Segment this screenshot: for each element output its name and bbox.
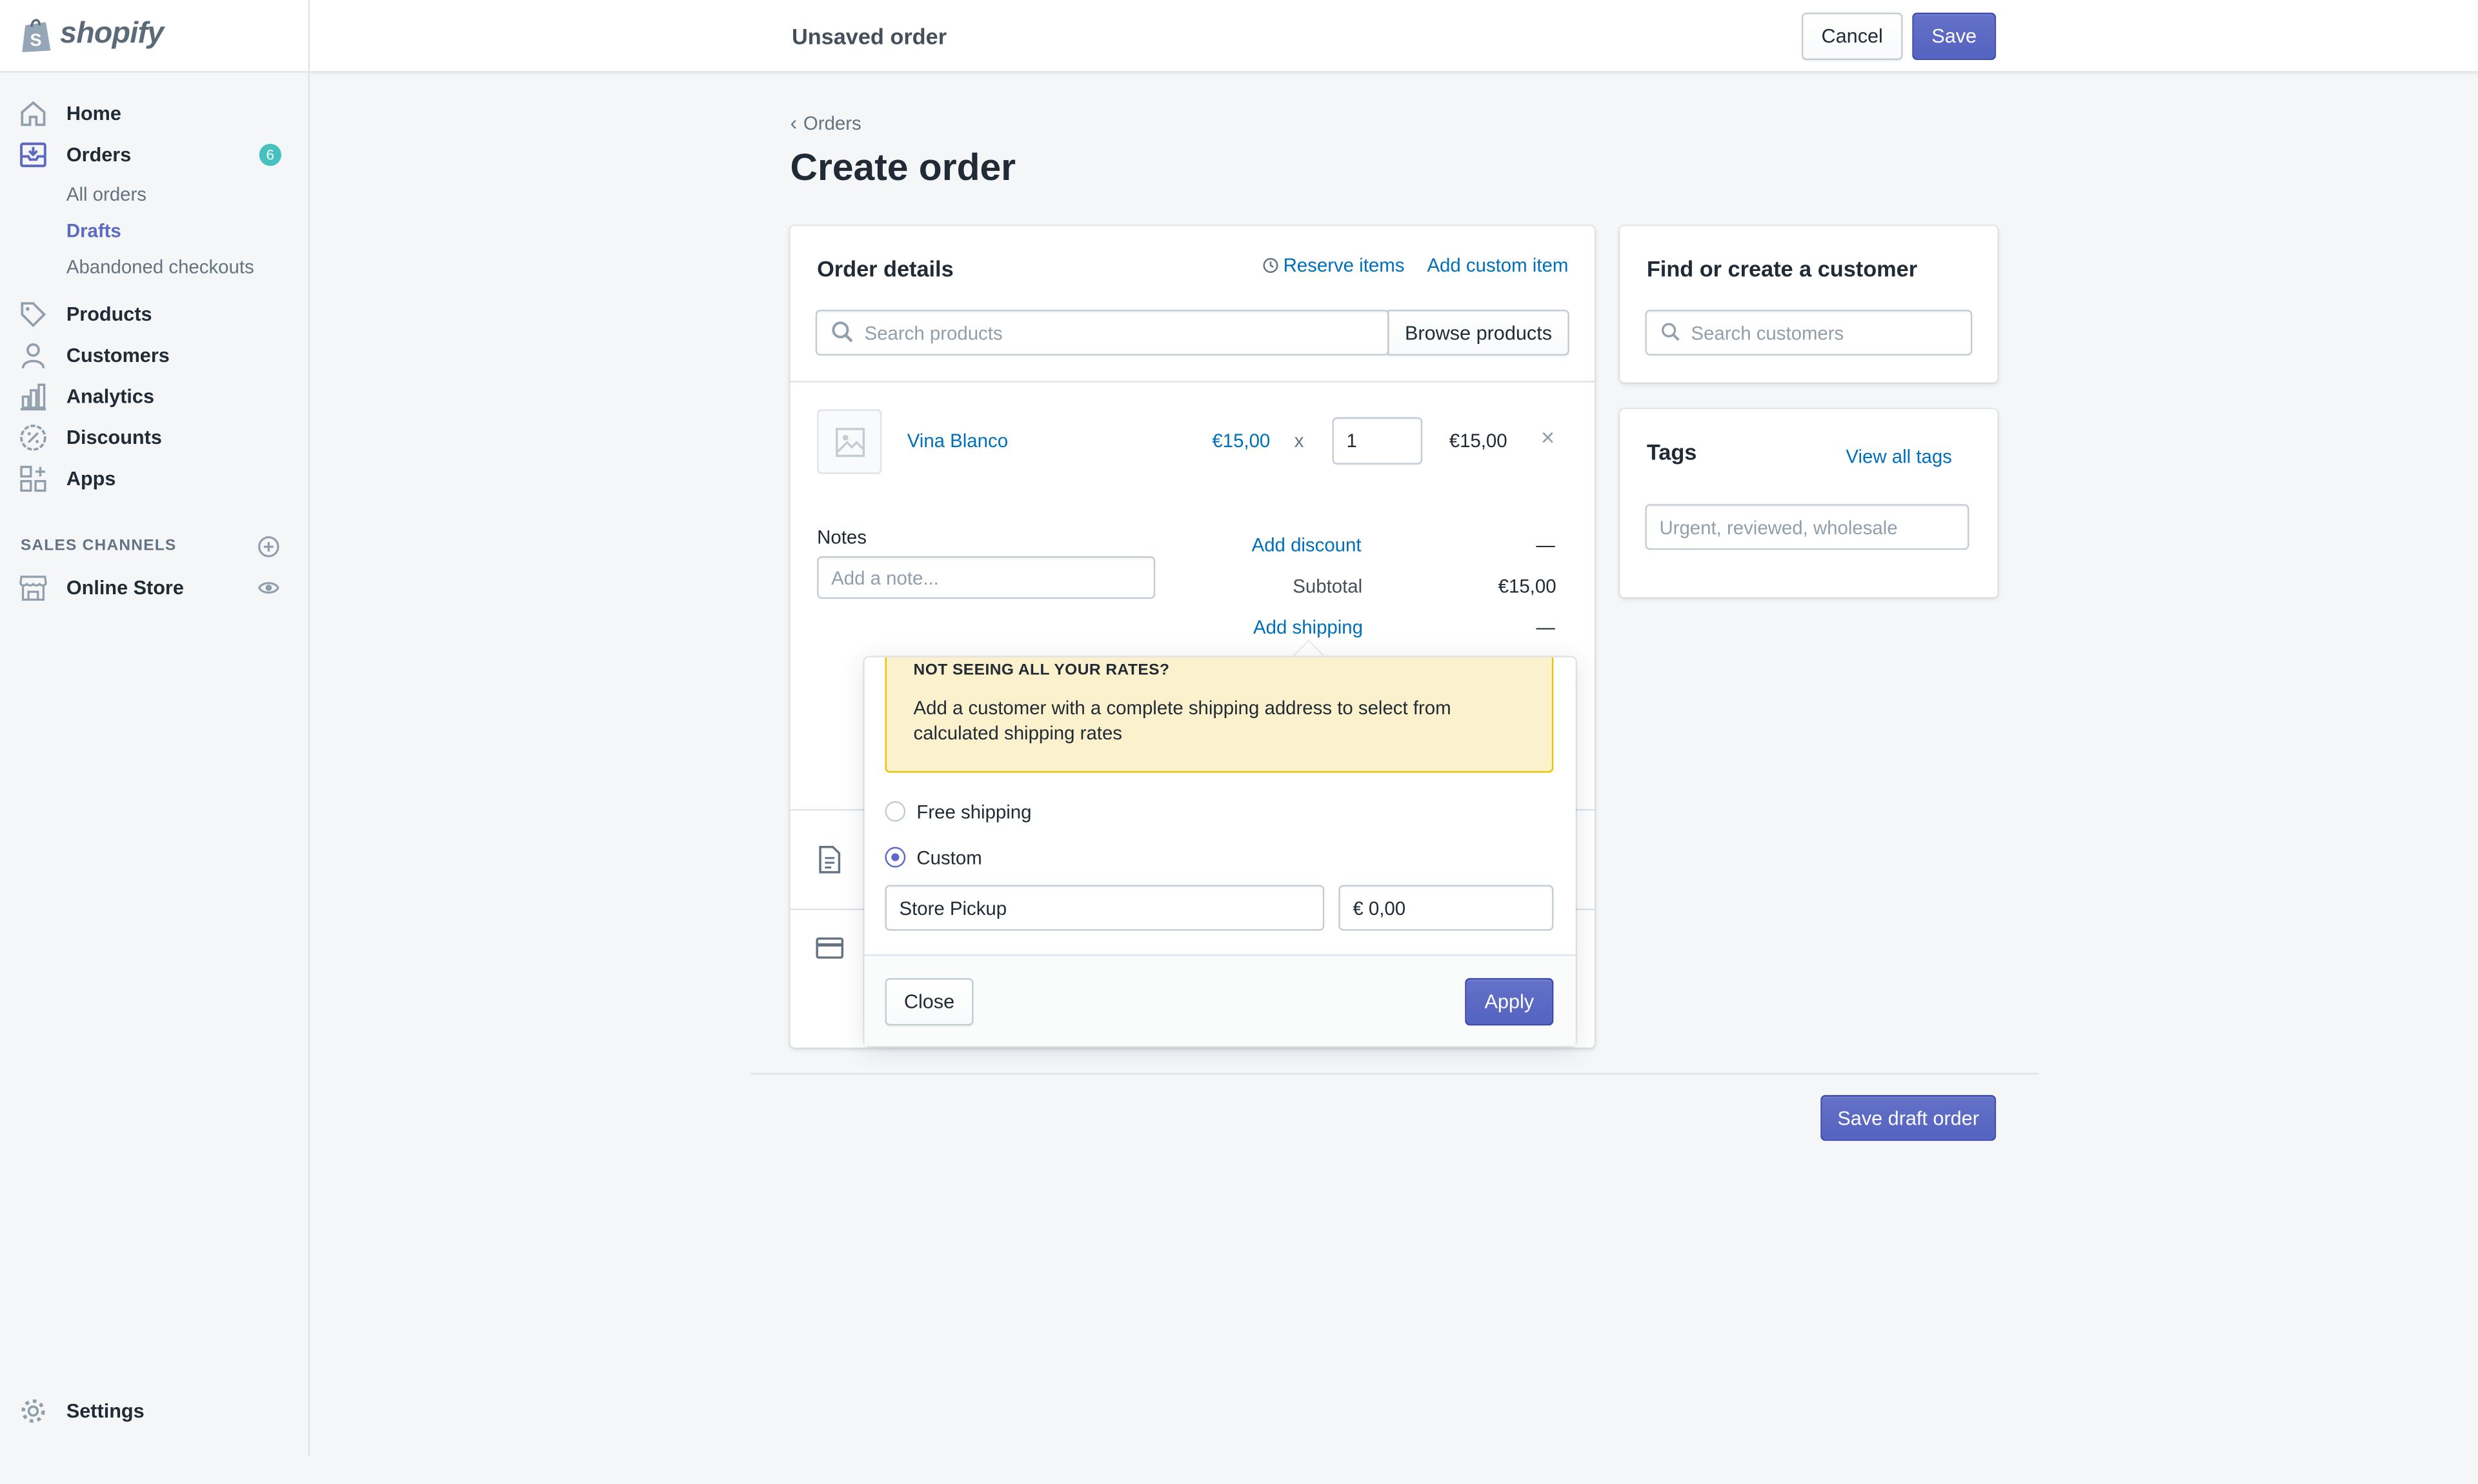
custom-rate-price-input[interactable] bbox=[1338, 885, 1554, 931]
search-products-input[interactable] bbox=[815, 310, 1389, 356]
logo-text: shopify bbox=[60, 17, 164, 51]
sidebar-item-label: Settings bbox=[66, 1399, 145, 1423]
sidebar-subitem-all-orders[interactable]: All orders bbox=[66, 183, 146, 205]
page-title: Create order bbox=[790, 146, 1016, 190]
sidebar-subitem-drafts[interactable]: Drafts bbox=[66, 219, 121, 241]
sidebar-item-label: Apps bbox=[66, 467, 116, 490]
footer-divider bbox=[750, 1072, 2039, 1075]
apps-icon bbox=[20, 465, 46, 492]
tags-title: Tags bbox=[1646, 439, 1697, 465]
line-item-product-link[interactable]: Vina Blanco bbox=[907, 430, 1008, 452]
sidebar-item-label: Online Store bbox=[66, 576, 184, 599]
sidebar-item-products[interactable]: Products bbox=[0, 296, 308, 334]
banner-text: Add a customer with a complete shipping … bbox=[913, 697, 1451, 745]
search-icon bbox=[1661, 323, 1680, 341]
sidebar-subitem-abandoned-checkouts[interactable]: Abandoned checkouts bbox=[66, 256, 254, 278]
custom-shipping-label[interactable]: Custom bbox=[916, 847, 982, 869]
home-icon bbox=[21, 101, 46, 126]
tags-input[interactable] bbox=[1645, 504, 1969, 550]
line-item-price-link[interactable]: €15,00 bbox=[1212, 430, 1270, 452]
sidebar-item-label: Orders bbox=[66, 143, 132, 166]
breadcrumb[interactable]: ‹ Orders bbox=[791, 110, 861, 134]
notes-label: Notes bbox=[817, 526, 867, 548]
add-discount-link[interactable]: Add discount bbox=[1252, 534, 1362, 556]
sidebar: Home Orders 6 All orders Drafts Abandone… bbox=[0, 72, 310, 1456]
banner-title: NOT SEEING ALL YOUR RATES? bbox=[913, 662, 1170, 680]
save-button[interactable]: Save bbox=[1912, 12, 1997, 61]
sidebar-item-home[interactable]: Home bbox=[0, 95, 308, 133]
notes-input[interactable] bbox=[817, 556, 1156, 599]
credit-card-icon bbox=[816, 937, 844, 959]
sidebar-item-customers[interactable]: Customers bbox=[0, 337, 308, 375]
sidebar-item-analytics[interactable]: Analytics bbox=[0, 377, 308, 416]
orders-icon bbox=[20, 142, 46, 168]
custom-shipping-radio[interactable] bbox=[885, 847, 906, 868]
subtotal-label: Subtotal bbox=[1293, 575, 1363, 597]
sales-channels-heading: SALES CHANNELS bbox=[20, 537, 177, 555]
line-item-times: x bbox=[1294, 430, 1304, 452]
tags-card: Tags View all tags bbox=[1620, 409, 1998, 597]
order-details-title: Order details bbox=[817, 256, 954, 281]
image-placeholder-icon bbox=[834, 426, 864, 457]
apply-shipping-button[interactable]: Apply bbox=[1465, 978, 1554, 1026]
discount-icon bbox=[20, 425, 46, 451]
invoice-document-icon bbox=[819, 845, 841, 874]
search-icon bbox=[832, 321, 853, 343]
sidebar-item-label: Discounts bbox=[66, 426, 162, 449]
free-shipping-label[interactable]: Free shipping bbox=[916, 801, 1031, 823]
line-item-total: €15,00 bbox=[1449, 430, 1507, 452]
sidebar-item-settings[interactable]: Settings bbox=[0, 1392, 308, 1430]
view-all-tags-link[interactable]: View all tags bbox=[1846, 446, 1951, 468]
line-item-quantity-input[interactable] bbox=[1332, 417, 1423, 465]
cancel-button[interactable]: Cancel bbox=[1801, 12, 1903, 61]
person-icon bbox=[21, 343, 45, 369]
reserve-items-link[interactable]: Reserve items bbox=[1263, 254, 1405, 277]
bar-chart-icon bbox=[20, 383, 46, 411]
sidebar-item-discounts[interactable]: Discounts bbox=[0, 419, 308, 457]
customer-card-title: Find or create a customer bbox=[1646, 256, 1918, 281]
search-customers-input[interactable] bbox=[1645, 310, 1973, 356]
add-custom-item-link[interactable]: Add custom item bbox=[1427, 254, 1568, 276]
custom-rate-name-input[interactable] bbox=[885, 885, 1325, 931]
sidebar-item-label: Products bbox=[66, 303, 152, 326]
add-sales-channel-icon[interactable] bbox=[257, 536, 279, 557]
discount-value: — bbox=[1536, 534, 1555, 557]
subtotal-value: €15,00 bbox=[1498, 575, 1556, 597]
tag-icon bbox=[21, 302, 46, 328]
close-popover-button[interactable]: Close bbox=[885, 978, 974, 1026]
add-shipping-link[interactable]: Add shipping bbox=[1253, 616, 1363, 638]
breadcrumb-orders-link[interactable]: Orders bbox=[803, 112, 861, 134]
free-shipping-radio[interactable] bbox=[885, 801, 906, 822]
gear-icon bbox=[21, 1399, 45, 1423]
product-thumbnail bbox=[817, 409, 882, 474]
sidebar-item-label: Analytics bbox=[66, 385, 155, 408]
page-state-title: Unsaved order bbox=[791, 23, 947, 49]
chevron-left-icon: ‹ bbox=[790, 110, 798, 135]
sidebar-item-apps[interactable]: Apps bbox=[0, 460, 308, 498]
store-icon bbox=[19, 576, 47, 601]
shipping-value: — bbox=[1536, 616, 1555, 639]
customer-card: Find or create a customer bbox=[1620, 226, 1998, 383]
rates-warning-banner: NOT SEEING ALL YOUR RATES? Add a custome… bbox=[885, 657, 1554, 773]
remove-line-item-icon[interactable]: × bbox=[1541, 425, 1555, 452]
orders-count-badge: 6 bbox=[259, 143, 281, 166]
sidebar-item-label: Customers bbox=[66, 344, 170, 367]
reserve-items-label: Reserve items bbox=[1283, 254, 1405, 277]
top-bar: S shopify Unsaved order Cancel Save bbox=[0, 0, 2478, 73]
sidebar-item-orders[interactable]: Orders 6 bbox=[0, 136, 308, 174]
svg-text:S: S bbox=[30, 30, 42, 50]
sidebar-item-online-store[interactable]: Online Store bbox=[0, 569, 308, 607]
topbar-divider bbox=[308, 0, 310, 73]
save-draft-order-button[interactable]: Save draft order bbox=[1820, 1095, 1997, 1141]
shopify-logo[interactable]: S shopify bbox=[19, 15, 164, 54]
clock-icon bbox=[1263, 257, 1278, 273]
divider bbox=[790, 381, 1595, 383]
view-store-eye-icon[interactable] bbox=[257, 577, 279, 599]
sidebar-item-label: Home bbox=[66, 103, 121, 125]
shopify-bag-icon: S bbox=[22, 19, 51, 52]
browse-products-button[interactable]: Browse products bbox=[1387, 310, 1569, 356]
